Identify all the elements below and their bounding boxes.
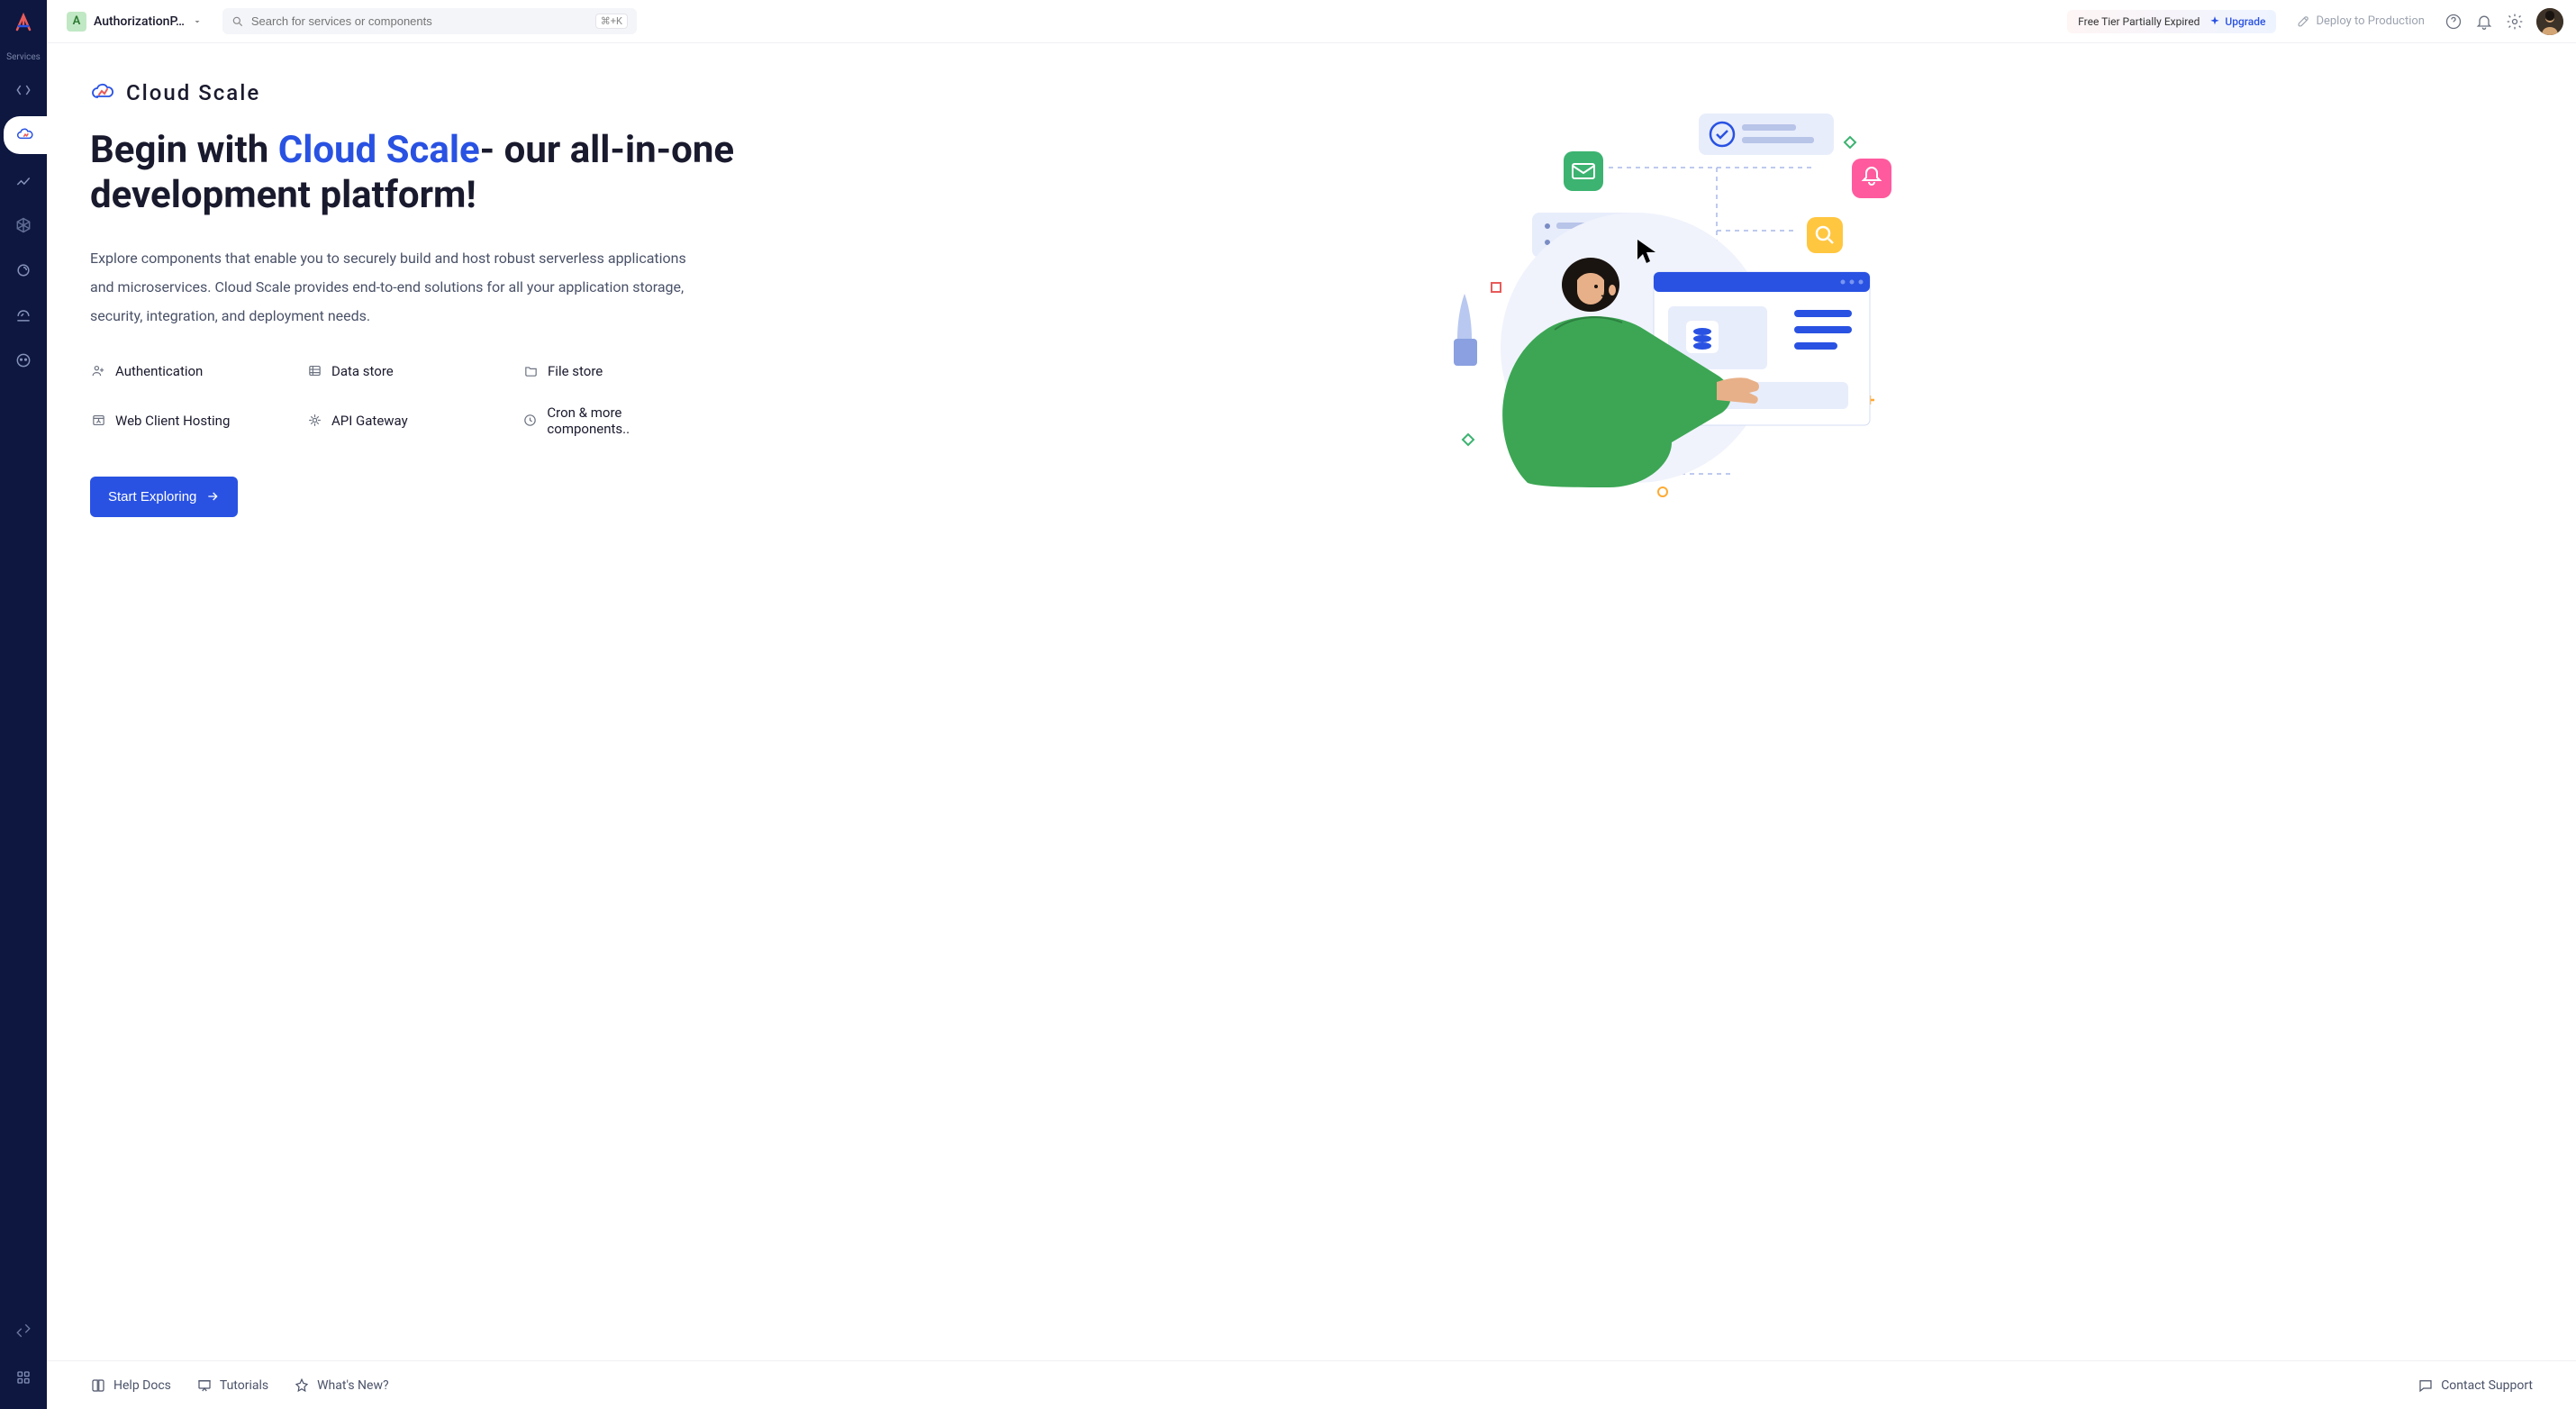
arrow-right-icon bbox=[205, 489, 220, 504]
sidebar-item-cloud-scale[interactable] bbox=[4, 116, 47, 154]
search-icon bbox=[231, 15, 244, 28]
content: Cloud Scale Begin with Cloud Scale- our … bbox=[47, 43, 2576, 1360]
api-icon bbox=[306, 413, 322, 429]
upgrade-banner: Free Tier Partially Expired Upgrade bbox=[2067, 10, 2276, 33]
feature-grid: Authentication Data store File store Web… bbox=[90, 363, 775, 437]
sidebar-item-integrations[interactable] bbox=[5, 206, 42, 244]
footer-link-help-docs[interactable]: Help Docs bbox=[90, 1377, 171, 1394]
sidebar-section-label: Services bbox=[6, 52, 41, 62]
sidebar: Services bbox=[0, 0, 47, 1409]
feature-hosting: Web Client Hosting bbox=[90, 405, 270, 437]
user-avatar[interactable] bbox=[2536, 8, 2563, 35]
sparkle-icon bbox=[2209, 15, 2221, 28]
footer-link-contact-support[interactable]: Contact Support bbox=[2417, 1377, 2533, 1394]
start-exploring-button[interactable]: Start Exploring bbox=[90, 477, 238, 517]
search-kbd: ⌘+K bbox=[595, 14, 628, 29]
footer-link-whats-new[interactable]: What's New? bbox=[294, 1377, 388, 1394]
sidebar-item-tools[interactable] bbox=[5, 1312, 42, 1350]
sidebar-item-performance[interactable] bbox=[5, 296, 42, 334]
sidebar-item-apps[interactable] bbox=[5, 1359, 42, 1396]
notifications-button[interactable] bbox=[2475, 13, 2493, 31]
chevron-down-icon bbox=[192, 16, 203, 27]
sidebar-item-analytics[interactable] bbox=[5, 161, 42, 199]
book-icon bbox=[90, 1377, 106, 1394]
project-selector[interactable]: A AuthorizationP… bbox=[59, 8, 210, 35]
brand-line: Cloud Scale bbox=[90, 79, 775, 106]
brand-text: Cloud Scale bbox=[126, 80, 260, 105]
project-name: AuthorizationP… bbox=[94, 14, 185, 29]
presentation-icon bbox=[196, 1377, 213, 1394]
search-input[interactable] bbox=[251, 14, 588, 28]
user-icon bbox=[90, 363, 106, 379]
topbar: A AuthorizationP… ⌘+K Free Tier Partiall… bbox=[47, 0, 2576, 43]
feature-filestore: File store bbox=[522, 363, 703, 379]
star-icon bbox=[294, 1377, 310, 1394]
clock-icon bbox=[522, 413, 538, 429]
app-logo[interactable] bbox=[11, 11, 36, 36]
database-icon bbox=[306, 363, 322, 379]
feature-api-gateway: API Gateway bbox=[306, 405, 486, 437]
project-badge: A bbox=[67, 12, 86, 32]
browser-icon bbox=[90, 413, 106, 429]
hero-illustration bbox=[1438, 86, 1906, 519]
upgrade-text: Free Tier Partially Expired bbox=[2078, 15, 2200, 28]
chat-icon bbox=[2417, 1377, 2434, 1394]
hero-description: Explore components that enable you to se… bbox=[90, 244, 703, 331]
upgrade-button[interactable]: Upgrade bbox=[2209, 15, 2265, 28]
deploy-button[interactable]: Deploy to Production bbox=[2289, 14, 2432, 29]
folder-icon bbox=[522, 363, 539, 379]
hero-highlight: Cloud Scale bbox=[278, 128, 480, 172]
search-box[interactable]: ⌘+K bbox=[222, 8, 637, 34]
rocket-icon bbox=[2296, 14, 2310, 29]
help-button[interactable] bbox=[2444, 13, 2463, 31]
feature-datastore: Data store bbox=[306, 363, 486, 379]
footer: Help Docs Tutorials What's New? Contact … bbox=[47, 1360, 2576, 1409]
hero-title: Begin with Cloud Scale- our all-in-one d… bbox=[90, 128, 775, 219]
footer-link-tutorials[interactable]: Tutorials bbox=[196, 1377, 268, 1394]
settings-button[interactable] bbox=[2506, 13, 2524, 31]
sidebar-item-bot[interactable] bbox=[5, 341, 42, 379]
feature-authentication: Authentication bbox=[90, 363, 270, 379]
sidebar-item-ai[interactable] bbox=[5, 251, 42, 289]
cloud-scale-icon bbox=[90, 79, 117, 106]
feature-cron: Cron & more components.. bbox=[522, 405, 703, 437]
sidebar-item-functions[interactable] bbox=[5, 71, 42, 109]
